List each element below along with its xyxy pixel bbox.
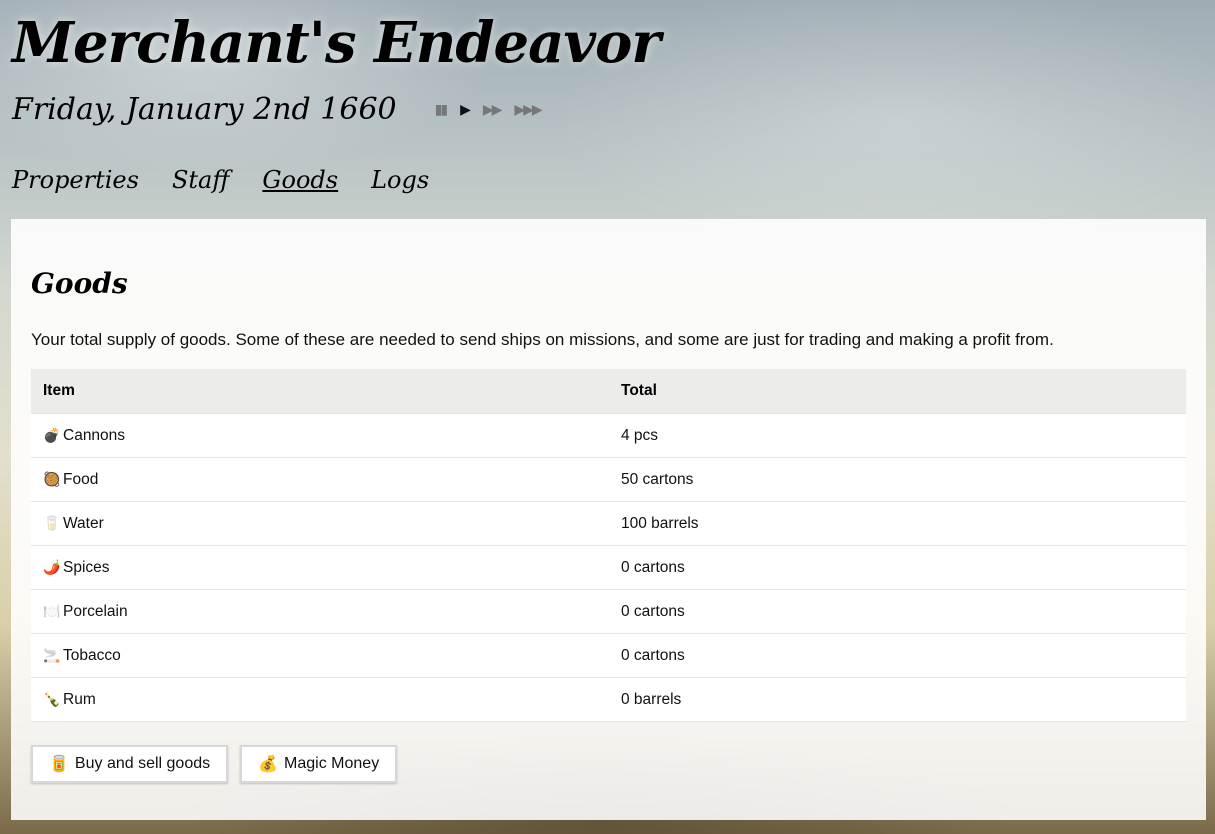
item-name: Spices: [63, 558, 110, 576]
item-cell: 💣 Cannons: [31, 413, 609, 458]
table-row: 🌶️ Spices 0 cartons: [31, 545, 1186, 590]
table-row: 🍽️ Porcelain 0 cartons: [31, 589, 1186, 634]
date-bar: Friday, January 2nd 1660 ▮▮ ▶ ▶▶ ▶▶▶: [12, 92, 543, 127]
main-nav: Properties Staff Goods Logs: [12, 166, 429, 194]
button-label: Magic Money: [284, 755, 380, 772]
item-name: Food: [63, 470, 99, 488]
table-row: 🥘 Food 50 cartons: [31, 457, 1186, 502]
item-name: Porcelain: [63, 602, 128, 620]
game-date: Friday, January 2nd 1660: [12, 92, 397, 127]
bomb-icon: 💣: [43, 426, 61, 443]
can-icon: 🥫: [49, 756, 69, 773]
chili-pepper-icon: 🌶️: [43, 558, 61, 575]
magic-money-button[interactable]: 💰 Magic Money: [240, 745, 398, 783]
speed-controls: ▮▮ ▶ ▶▶ ▶▶▶: [435, 102, 543, 118]
total-cell: 0 cartons: [609, 545, 1186, 590]
bottle-icon: 🍾: [43, 690, 61, 707]
water-glass-icon: 🥛: [43, 514, 61, 531]
plate-icon: 🍽️: [43, 602, 61, 619]
food-icon: 🥘: [43, 470, 61, 487]
table-header-row: Item Total: [31, 369, 1186, 414]
nav-item-goods[interactable]: Goods: [262, 166, 338, 194]
item-name: Water: [63, 514, 104, 532]
total-cell: 0 cartons: [609, 633, 1186, 678]
column-header-total: Total: [609, 369, 1186, 414]
table-row: 🚬 Tobacco 0 cartons: [31, 633, 1186, 678]
action-buttons: 🥫 Buy and sell goods 💰 Magic Money: [31, 745, 398, 783]
total-cell: 50 cartons: [609, 457, 1186, 502]
goods-description: Your total supply of goods. Some of thes…: [31, 330, 1054, 349]
item-cell: 🍽️ Porcelain: [31, 589, 609, 634]
play-icon[interactable]: ▶: [460, 102, 471, 118]
item-name: Rum: [63, 690, 96, 708]
fast-forward-icon[interactable]: ▶▶: [483, 102, 502, 118]
item-cell: 🍾 Rum: [31, 677, 609, 722]
table-row: 💣 Cannons 4 pcs: [31, 413, 1186, 458]
total-cell: 0 barrels: [609, 677, 1186, 722]
item-cell: 🥛 Water: [31, 501, 609, 546]
nav-item-staff[interactable]: Staff: [172, 166, 229, 194]
app-title: Merchant's Endeavor: [12, 10, 661, 76]
goods-table: Item Total 💣 Cannons 4 pcs 🥘 Food 50 carto…: [31, 369, 1186, 722]
button-label: Buy and sell goods: [74, 755, 211, 772]
pause-icon[interactable]: ▮▮: [435, 102, 448, 118]
item-cell: 🚬 Tobacco: [31, 633, 609, 678]
fastest-forward-icon[interactable]: ▶▶▶: [514, 102, 542, 118]
table-row: 🥛 Water 100 barrels: [31, 501, 1186, 546]
page-title: Goods: [31, 267, 128, 300]
nav-item-logs[interactable]: Logs: [371, 166, 429, 194]
buy-and-sell-goods-button[interactable]: 🥫 Buy and sell goods: [31, 745, 229, 783]
item-cell: 🌶️ Spices: [31, 545, 609, 590]
item-name: Tobacco: [63, 646, 121, 664]
nav-item-properties[interactable]: Properties: [12, 166, 139, 194]
item-name: Cannons: [63, 426, 126, 444]
money-bag-icon: 💰: [258, 756, 279, 773]
goods-panel: Goods Your total supply of goods. Some o…: [11, 219, 1206, 820]
item-cell: 🥘 Food: [31, 457, 609, 502]
column-header-item: Item: [31, 369, 609, 414]
total-cell: 4 pcs: [609, 413, 1186, 458]
total-cell: 0 cartons: [609, 589, 1186, 634]
cigarette-icon: 🚬: [43, 646, 61, 663]
total-cell: 100 barrels: [609, 501, 1186, 546]
table-row: 🍾 Rum 0 barrels: [31, 677, 1186, 722]
